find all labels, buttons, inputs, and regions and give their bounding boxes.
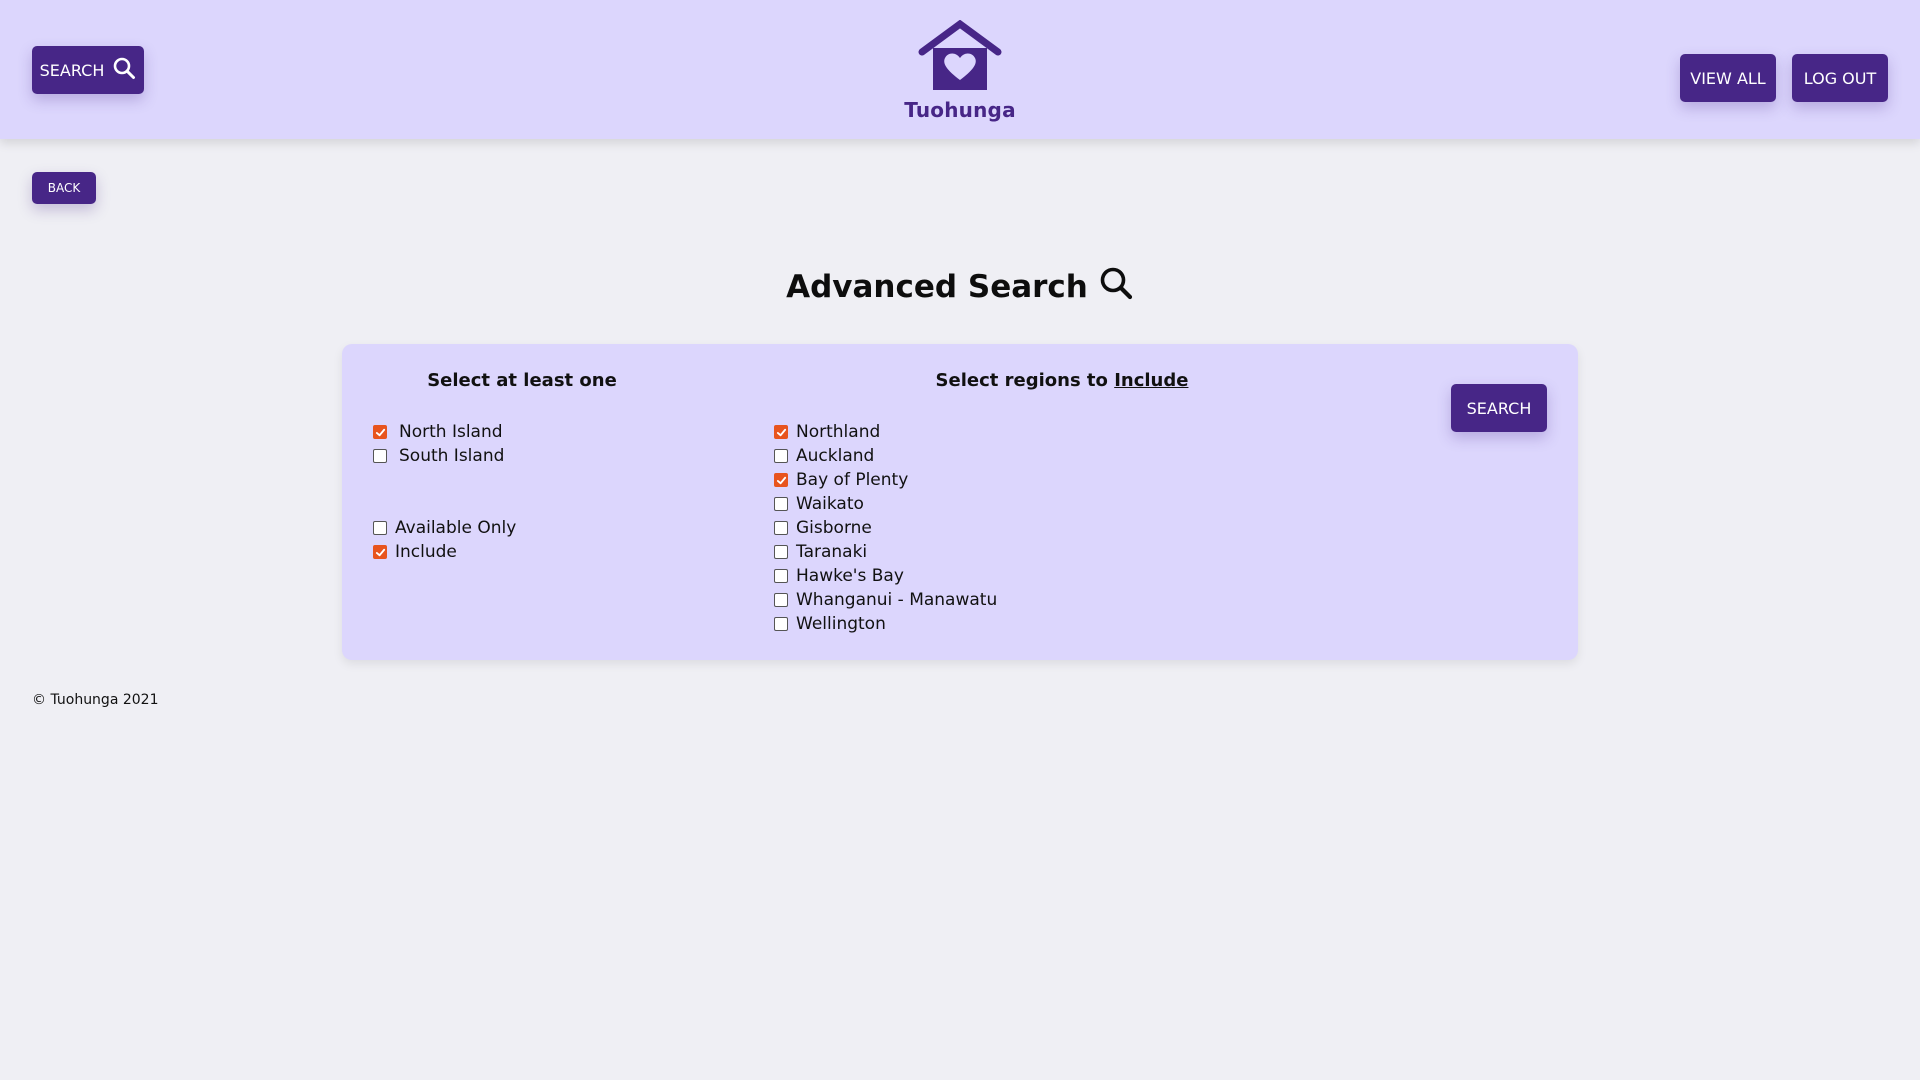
log-out-button[interactable]: LOG OUT (1792, 54, 1888, 102)
page-title-text: Advanced Search (786, 269, 1088, 305)
region-option[interactable]: Hawke's Bay (774, 565, 904, 587)
island-checkbox[interactable] (373, 425, 387, 439)
regions-heading: Select regions to Include (842, 370, 1282, 391)
island-option[interactable]: South Island (373, 445, 504, 467)
search-icon (112, 56, 136, 84)
availability-option[interactable]: Include (373, 541, 457, 563)
top-header: SEARCH Tuohunga VIEW ALL LOG OUT (0, 0, 1920, 139)
check-icon (776, 475, 787, 486)
region-option[interactable]: Waikato (774, 493, 864, 515)
availability-checkbox[interactable] (373, 521, 387, 535)
island-checkbox[interactable] (373, 449, 387, 463)
view-all-button[interactable]: VIEW ALL (1680, 54, 1776, 102)
region-checkbox[interactable] (774, 497, 788, 511)
page-title: Advanced Search (760, 262, 1160, 312)
header-search-button[interactable]: SEARCH (32, 46, 144, 94)
region-option[interactable]: Bay of Plenty (774, 469, 908, 491)
availability-option[interactable]: Available Only (373, 517, 516, 539)
header-search-label: SEARCH (39, 60, 105, 80)
footer-copyright: © Tuohunga 2021 (32, 692, 159, 708)
region-label: Waikato (796, 494, 864, 514)
island-option[interactable]: North Island (373, 421, 503, 443)
availability-checkbox[interactable] (373, 545, 387, 559)
region-option[interactable]: Auckland (774, 445, 874, 467)
region-checkbox[interactable] (774, 617, 788, 631)
panel-search-button[interactable]: SEARCH (1451, 384, 1547, 432)
region-label: Taranaki (796, 542, 868, 562)
check-icon (375, 427, 386, 438)
brand-name: Tuohunga (904, 98, 1016, 122)
brand-logo[interactable]: Tuohunga (900, 19, 1020, 124)
region-checkbox[interactable] (774, 593, 788, 607)
search-icon (1098, 265, 1134, 309)
region-option[interactable]: Wellington (774, 613, 886, 635)
region-checkbox[interactable] (774, 449, 788, 463)
back-button[interactable]: BACK (32, 172, 96, 204)
region-checkbox[interactable] (774, 473, 788, 487)
house-heart-icon (918, 19, 1002, 94)
region-label: Auckland (796, 446, 875, 466)
region-option[interactable]: Taranaki (774, 541, 867, 563)
region-label: Gisborne (796, 518, 872, 538)
region-label: Wellington (796, 614, 886, 634)
region-label: Hawke's Bay (796, 566, 904, 586)
region-label: Bay of Plenty (796, 470, 909, 490)
region-option[interactable]: Gisborne (774, 517, 872, 539)
island-label: North Island (399, 422, 503, 442)
search-panel: Select at least one Select regions to In… (342, 344, 1578, 660)
availability-label: Include (395, 542, 457, 562)
check-icon (375, 547, 386, 558)
island-label: South Island (399, 446, 505, 466)
region-checkbox[interactable] (774, 521, 788, 535)
region-label: Northland (796, 422, 881, 442)
regions-heading-prefix: Select regions to (935, 370, 1108, 391)
regions-heading-emphasis: Include (1114, 370, 1189, 391)
region-checkbox[interactable] (774, 545, 788, 559)
region-checkbox[interactable] (774, 569, 788, 583)
islands-heading: Select at least one (427, 370, 617, 391)
region-label: Whanganui - Manawatu (796, 590, 998, 610)
region-option[interactable]: Whanganui - Manawatu (774, 589, 997, 611)
region-checkbox[interactable] (774, 425, 788, 439)
check-icon (776, 427, 787, 438)
availability-label: Available Only (395, 518, 517, 538)
region-option[interactable]: Northland (774, 421, 880, 443)
